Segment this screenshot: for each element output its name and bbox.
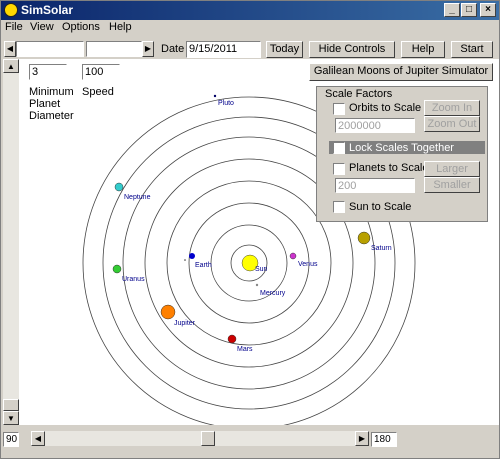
sun-label: Sun [255,266,268,273]
jupiter-label: Jupiter [174,320,196,327]
vertical-scrollbar[interactable]: ▲ ▼ [3,59,19,425]
scale-factors-panel: Scale Factors Orbits to Scale Zoom In 20… [316,86,488,222]
min-diameter-label-1: Minimum [29,86,74,98]
horizontal-scroll-thumb[interactable] [201,431,215,446]
earth-label: Earth [195,262,212,269]
neptune-body [114,182,124,192]
venus-body [289,252,297,260]
min-diameter-input[interactable]: 3 [29,64,67,80]
saturn-label: Saturn [371,245,392,252]
pluto-body [213,94,217,98]
venus-label: Venus [298,261,318,268]
right-angle-input[interactable]: 180 [371,432,397,447]
orbits-to-scale-label: Orbits to Scale [349,102,422,114]
menu-bar: File View Options Help [1,20,499,37]
left-angle-input[interactable]: 90 [3,432,19,447]
mercury-label: Mercury [260,290,286,297]
help-button[interactable]: Help [401,41,445,58]
menu-view[interactable]: View [30,21,54,33]
scroll-up-arrow[interactable]: ▲ [3,59,19,73]
lock-scales-label: Lock Scales Together [349,142,454,154]
saturn-body [357,231,371,245]
today-button[interactable]: Today [266,41,303,58]
scale-factors-title: Scale Factors [325,88,393,100]
scroll-right-arrow-bottom[interactable]: ▶ [355,431,369,446]
maximize-button[interactable]: □ [461,3,477,17]
title-bar: SimSolar _ □ × [1,1,499,20]
orbit-scale-input[interactable]: 2000000 [335,118,415,133]
smaller-button[interactable]: Smaller [424,177,480,193]
min-diameter-label-3: Diameter [29,110,74,122]
date-label: Date [161,43,185,55]
vertical-scroll-thumb[interactable] [3,399,19,411]
scroll-down-arrow[interactable]: ▼ [3,411,19,425]
speed-input[interactable]: 100 [82,64,120,80]
mars-label: Mars [237,346,253,353]
close-button[interactable]: × [480,3,496,17]
menu-options[interactable]: Options [62,21,100,33]
planet-scale-input[interactable]: 200 [335,178,415,193]
galilean-moons-button[interactable]: Galilean Moons of Jupiter Simulator [309,63,493,81]
date-input[interactable]: 9/15/2011 [186,41,261,58]
sun-to-scale-checkbox[interactable] [333,201,345,213]
sun-icon [4,3,18,17]
minimize-button[interactable]: _ [444,3,460,17]
scroll-right-arrow[interactable]: ▶ [142,41,154,57]
sun-to-scale-label: Sun to Scale [349,201,412,213]
zoom-out-button[interactable]: Zoom Out [424,116,480,132]
lock-scales-checkbox[interactable] [333,142,345,154]
app-window: SimSolar _ □ × File View Options Help ◀ … [0,0,500,459]
planets-to-scale-label: Planets to Scale [349,162,429,174]
uranus-body [112,264,122,274]
scroll-left-arrow-bottom[interactable]: ◀ [31,431,45,446]
time-scroll-field-1[interactable] [16,41,84,57]
hide-controls-button[interactable]: Hide Controls [309,41,395,58]
uranus-label: Uranus [122,276,145,283]
jupiter-body [160,304,176,320]
earth-body [189,253,195,259]
neptune-label: Neptune [124,194,151,201]
window-title: SimSolar [21,3,74,17]
horizontal-scrollbar[interactable]: ◀ ▶ [31,431,369,446]
min-diameter-label-2: Planet [29,98,61,110]
planets-to-scale-checkbox[interactable] [333,163,345,175]
menu-file[interactable]: File [5,21,23,33]
scroll-left-arrow[interactable]: ◀ [4,41,16,57]
start-button[interactable]: Start [451,41,493,58]
zoom-in-button[interactable]: Zoom In [424,100,480,116]
mercury-body [255,283,259,287]
larger-button[interactable]: Larger [424,161,480,177]
menu-help[interactable]: Help [109,21,132,33]
earth-moon [184,259,186,261]
orbits-to-scale-checkbox[interactable] [333,103,345,115]
time-scroll-field-2[interactable] [86,41,142,57]
mars-body [227,334,237,344]
pluto-label: Pluto [218,100,234,107]
speed-label: Speed [82,86,114,98]
